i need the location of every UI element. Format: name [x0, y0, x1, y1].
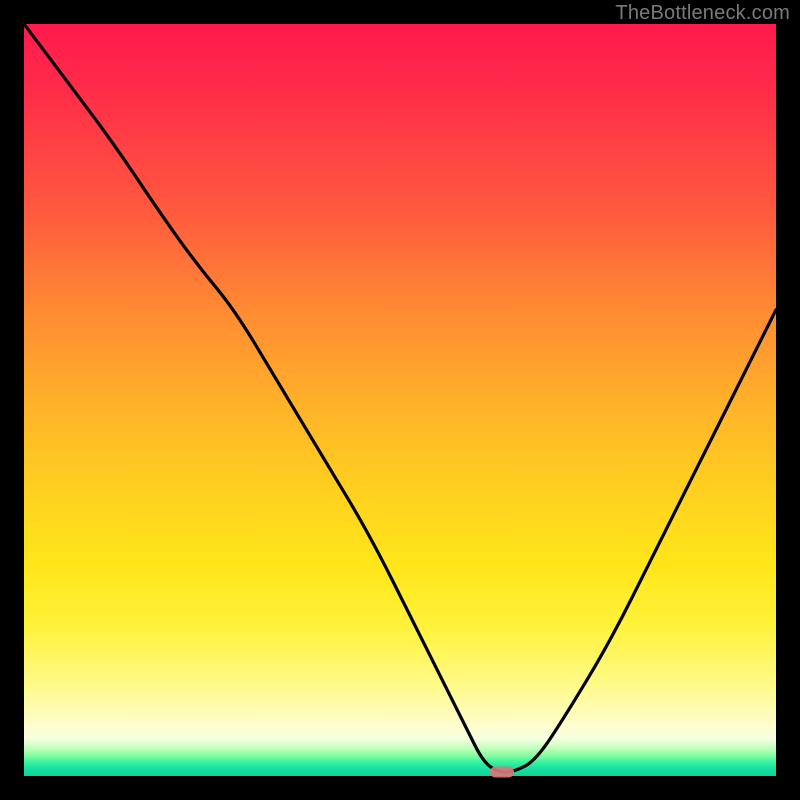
chart-frame: TheBottleneck.com: [0, 0, 800, 800]
attribution-text: TheBottleneck.com: [615, 2, 790, 25]
plot-area: [24, 24, 776, 776]
optimal-point-marker: [490, 767, 514, 778]
curve-layer: [24, 24, 776, 776]
bottleneck-curve: [24, 24, 776, 772]
